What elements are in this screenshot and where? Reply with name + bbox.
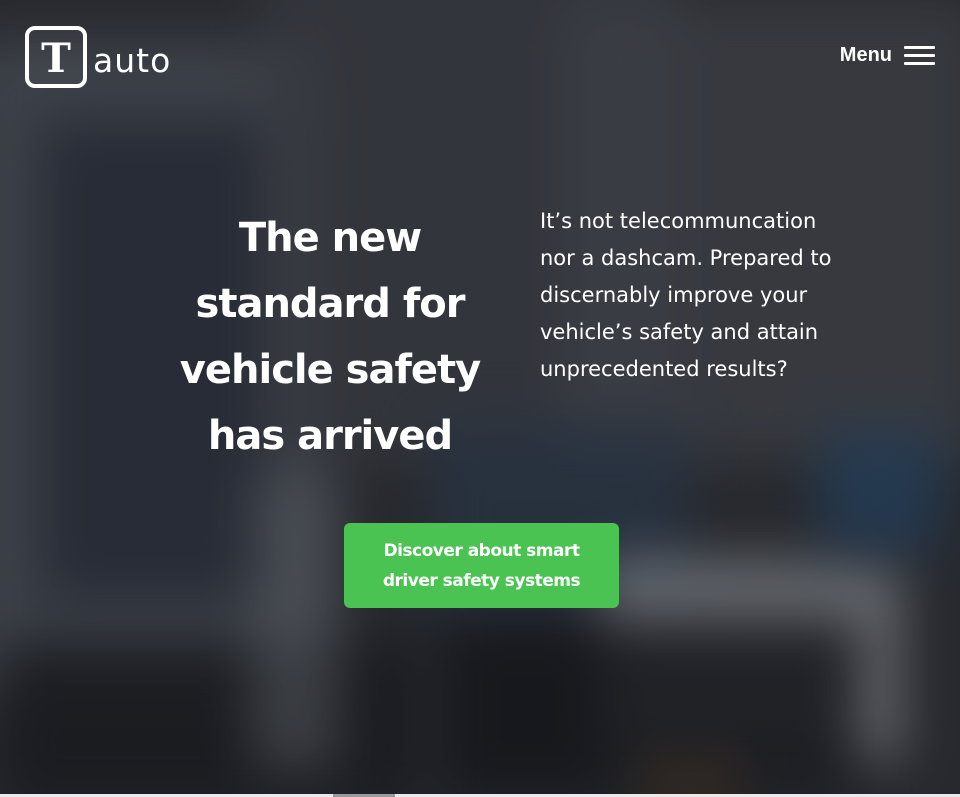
hamburger-icon [904,45,935,66]
menu-button[interactable]: Menu [840,44,935,67]
hero-description: It’s not telecommuncation nor a dashcam.… [540,209,832,381]
discover-cta-button[interactable]: Discover about smart driver safety syste… [344,523,619,608]
hero-headline: The new standard for vehicle safety has … [179,215,481,459]
hero-section: T auto Menu The new standard for vehicle… [0,0,960,797]
logo-link[interactable]: T auto [25,26,171,88]
svg-text:T: T [41,35,71,79]
logo-text: auto [93,40,172,80]
menu-label: Menu [839,44,892,66]
logo-letter-t: T [41,35,71,79]
logo-mark-icon: T [25,26,87,88]
